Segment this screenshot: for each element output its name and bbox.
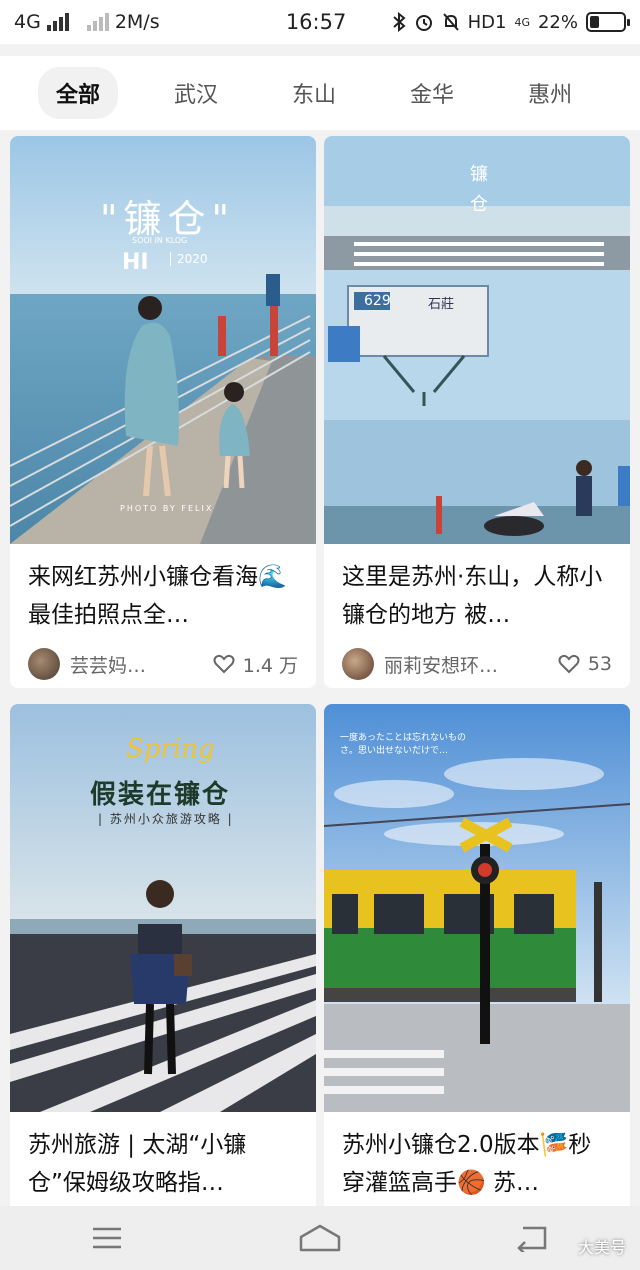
cover-hi: HI (122, 250, 149, 275)
post-meta: 丽莉安想环… 53 (324, 636, 630, 680)
post-card[interactable]: 一度あったことは忘れないものさ。思い出せないだけで… 苏州小镰仓2.0版本🎏秒穿… (324, 704, 630, 1206)
cover-title: "镰仓" (100, 197, 235, 241)
tab-kunming[interactable]: 昆明 (628, 67, 640, 119)
post-feed: "镰仓" HI 2020 SOOI IN KLOG PHOTO BY FELIX… (0, 132, 640, 1206)
menu-button[interactable] (77, 1216, 137, 1260)
post-cover-image[interactable]: "镰仓" HI 2020 SOOI IN KLOG PHOTO BY FELIX (10, 136, 316, 544)
post-cover-image[interactable]: 镰仓 629 石莊 (324, 136, 630, 544)
system-nav-bar: 大美号 (0, 1206, 640, 1270)
back-icon (517, 1226, 547, 1252)
avatar[interactable] (28, 648, 60, 680)
clock: 16:57 (285, 10, 347, 34)
mute-icon (442, 13, 459, 31)
battery-label: 22% (537, 11, 578, 33)
bluetooth-icon (392, 12, 406, 32)
author-name[interactable]: 丽莉安想环… (384, 651, 558, 678)
network-status: 4G 2M/s (14, 11, 241, 33)
post-title[interactable]: 苏州旅游 | 太湖“小镰仓”保姆级攻略指… (10, 1112, 316, 1204)
tab-huizhou[interactable]: 惠州 (510, 67, 590, 119)
cover-headline: 假装在镰仓 (90, 780, 231, 810)
like-button[interactable]: 1.4 万 (213, 651, 298, 678)
speed-label: 2M/s (114, 11, 160, 33)
heart-icon (558, 654, 580, 674)
sign-number: 629 (364, 293, 391, 309)
post-card[interactable]: Spring 假装在镰仓 | 苏州小众旅游攻略 | 苏州旅游 | 太湖“小镰仓”… (10, 704, 316, 1206)
tab-jinhua[interactable]: 金华 (392, 67, 472, 119)
back-button[interactable] (503, 1216, 563, 1260)
status-bar: 4G 2M/s 16:57 HD1 4G 22% (0, 0, 640, 44)
like-count: 1.4 万 (242, 654, 298, 677)
tab-all[interactable]: 全部 (38, 67, 119, 119)
signal-icon (46, 13, 69, 31)
cover-subline: | 苏州小众旅游攻略 | (98, 812, 234, 826)
battery-icon (586, 12, 630, 32)
crosswalk-photo (10, 704, 316, 1112)
system-icons: HD1 4G 22% (392, 11, 630, 33)
post-title[interactable]: 来网红苏州小镰仓看海🌊最佳拍照点全… (10, 544, 316, 636)
hd-label: HD1 (467, 11, 507, 33)
post-card[interactable]: 镰仓 629 石莊 这里是苏州·东山，人称小镰仓的地方 被… 丽莉安想环… 53 (324, 136, 630, 688)
watermark: 大美号 (577, 1238, 626, 1257)
cover-year: 2020 (170, 252, 208, 266)
home-button[interactable] (290, 1216, 350, 1260)
post-title[interactable]: 苏州小镰仓2.0版本🎏秒穿灌篮高手🏀 苏… (324, 1112, 630, 1204)
post-card[interactable]: "镰仓" HI 2020 SOOI IN KLOG PHOTO BY FELIX… (10, 136, 316, 688)
author-name[interactable]: 芸芸妈… (70, 651, 213, 678)
city-tabs: 全部 武汉 东山 金华 惠州 昆明 (0, 56, 640, 130)
post-cover-image[interactable]: Spring 假装在镰仓 | 苏州小众旅游攻略 | (10, 704, 316, 1112)
tab-dongshan[interactable]: 东山 (274, 67, 354, 119)
cover-japanese-text: 一度あったことは忘れないものさ。思い出せないだけで… (340, 733, 467, 756)
tab-wuhan[interactable]: 武汉 (156, 67, 236, 119)
avatar[interactable] (342, 648, 374, 680)
train-crossing-photo (324, 704, 630, 1112)
signal-icon-secondary (86, 13, 109, 31)
cover-vertical-title: 镰仓 (470, 164, 488, 215)
cover-subtext: SOOI IN KLOG (132, 236, 188, 245)
cover-credit: PHOTO BY FELIX (120, 504, 214, 513)
post-cover-image[interactable]: 一度あったことは忘れないものさ。思い出せないだけで… (324, 704, 630, 1112)
alarm-icon (415, 15, 432, 31)
cover-spring: Spring (126, 734, 215, 764)
post-title[interactable]: 这里是苏州·东山，人称小镰仓的地方 被… (324, 544, 630, 636)
sign-word: 石莊 (428, 297, 455, 312)
net2-label: 4G (514, 15, 530, 29)
menu-icon (92, 1227, 121, 1249)
home-icon (299, 1224, 341, 1252)
heart-icon (213, 654, 235, 674)
post-meta: 芸芸妈… 1.4 万 (10, 636, 316, 680)
like-button[interactable]: 53 (558, 653, 612, 675)
like-count: 53 (587, 653, 612, 675)
network-label: 4G (14, 11, 41, 33)
